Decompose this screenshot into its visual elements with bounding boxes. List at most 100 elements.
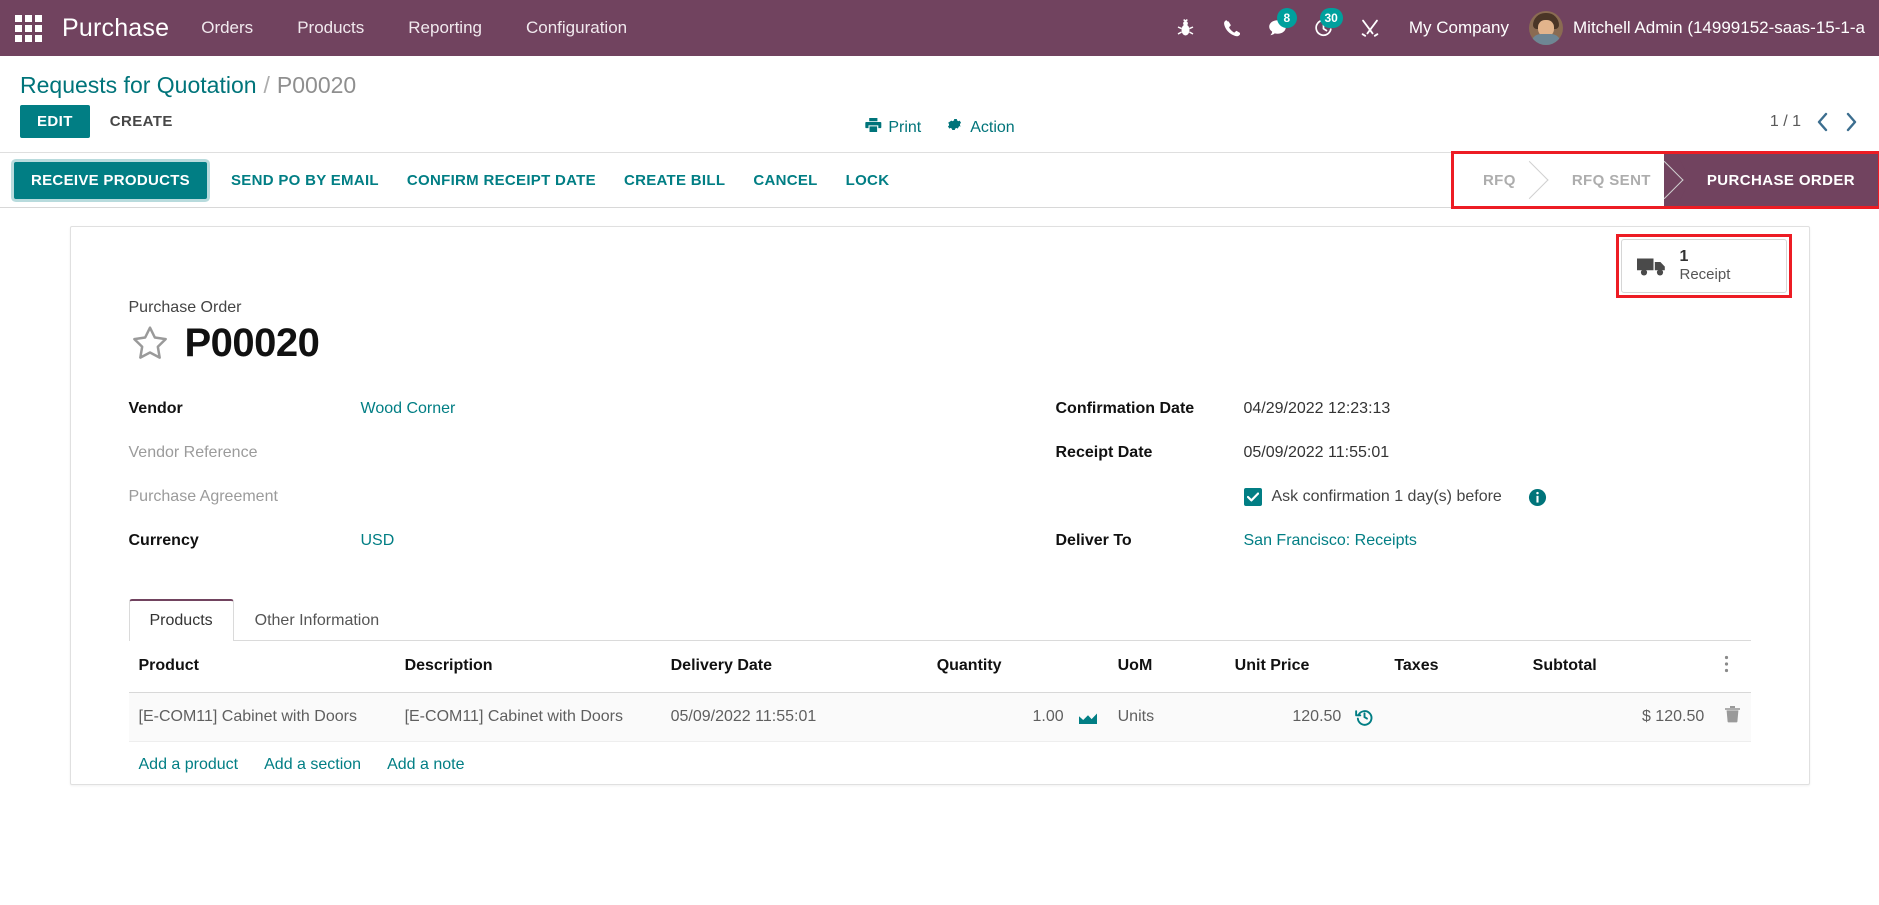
cell-quantity[interactable]: 1.00 [926,692,1108,742]
avatar [1529,11,1563,45]
record-type-label: Purchase Order [128,298,242,316]
activities-badge: 30 [1319,8,1343,28]
cell-quantity-value: 1.00 [1032,707,1064,725]
add-a-note-link[interactable]: Add a note [387,756,464,774]
field-receipt-date: Receipt Date 05/09/2022 11:55:01 [1056,440,1751,476]
column-options-icon[interactable] [1714,640,1751,693]
cell-description[interactable]: [E-COM11] Cabinet with Doors [394,692,661,742]
main-menu: Orders Products Reporting Configuration [179,0,649,56]
order-lines-table: Product Description Delivery Date Quanti… [128,640,1751,742]
trash-icon[interactable] [1714,692,1751,742]
bug-icon[interactable] [1163,0,1209,56]
control-panel-actions: EDIT CREATE Print Action 1 / 1 [0,105,1879,152]
activities-clock-icon[interactable]: 30 [1301,0,1347,56]
col-delivery-date: Delivery Date [660,640,927,693]
form-background: 1 Receipt Purchase Order P00020 Vendor W… [0,208,1879,901]
breadcrumb-separator: / [263,72,270,98]
cancel-button[interactable]: CANCEL [739,163,831,198]
menu-item-orders[interactable]: Orders [179,0,275,56]
cp-center-actions: Print Action [864,117,1015,138]
add-line-links: Add a product Add a section Add a note [129,742,1751,784]
field-vendor-value[interactable]: Wood Corner [361,396,456,418]
tab-products[interactable]: Products [128,598,234,641]
field-currency-value[interactable]: USD [361,528,395,550]
cell-unit-price-value: 120.50 [1292,707,1342,725]
add-a-section-link[interactable]: Add a section [264,756,361,774]
cell-taxes[interactable] [1384,692,1523,742]
company-switcher[interactable]: My Company [1393,18,1525,38]
col-quantity: Quantity [926,640,1108,693]
field-deliver-to-label: Deliver To [1055,531,1132,549]
forecast-chart-icon[interactable] [1078,709,1098,725]
edit-button[interactable]: EDIT [20,105,90,138]
user-menu[interactable]: Mitchell Admin (14999152-saas-15-1-a [1525,11,1865,45]
status-pipeline-wrap: RFQ RFQ SENT PURCHASE ORDER [1450,151,1879,209]
cell-uom[interactable]: Units [1107,692,1225,742]
breadcrumb-current: P00020 [276,72,357,98]
create-button[interactable]: CREATE [96,106,187,137]
messages-icon[interactable]: 8 [1255,0,1301,56]
add-a-product-link[interactable]: Add a product [139,756,239,774]
field-confirmation-date-value: 04/29/2022 12:23:13 [1243,399,1391,417]
print-label: Print [888,118,922,136]
price-history-icon[interactable] [1355,707,1374,726]
messages-badge: 8 [1276,8,1297,28]
ask-confirmation-checkbox[interactable] [1243,488,1262,507]
stage-rfq-sent[interactable]: RFQ SENT [1541,153,1677,207]
page-title: P00020 [184,320,320,365]
field-ask-confirmation-spacer [1056,484,1244,488]
lock-button[interactable]: LOCK [832,163,904,198]
confirm-receipt-date-button[interactable]: CONFIRM RECEIPT DATE [393,163,610,198]
field-currency: Currency USD [129,528,940,564]
breadcrumb-root-link[interactable]: Requests for Quotation [20,72,257,99]
smart-button-box: 1 Receipt [71,227,1809,298]
tools-icon[interactable] [1347,0,1393,56]
notebook: Products Other Information Product Descr… [128,598,1751,784]
phone-icon[interactable] [1209,0,1255,56]
status-pipeline: RFQ RFQ SENT PURCHASE ORDER [1452,153,1879,207]
pager-next-icon[interactable] [1844,111,1859,133]
info-circle-icon[interactable] [1528,488,1547,507]
table-header-row: Product Description Delivery Date Quanti… [128,640,1751,693]
field-vendor-label: Vendor [128,399,183,417]
cell-product[interactable]: [E-COM11] Cabinet with Doors [128,692,395,742]
print-dropdown[interactable]: Print [864,117,921,138]
menu-item-configuration[interactable]: Configuration [504,0,649,56]
printer-icon [864,117,881,138]
cell-subtotal: $ 120.50 [1522,692,1715,742]
top-navbar: Purchase Orders Products Reporting Confi… [0,0,1879,56]
menu-item-products[interactable]: Products [275,0,386,56]
app-brand-purchase[interactable]: Purchase [56,14,179,43]
ask-confirmation-label: Ask confirmation 1 day(s) before [1271,488,1502,506]
record-title-row: P00020 [129,321,1751,366]
col-product: Product [128,640,395,693]
star-outline-icon[interactable] [129,323,171,363]
statusbar: RECEIVE PRODUCTS SEND PO BY EMAIL CONFIR… [0,151,1879,209]
receive-products-button[interactable]: RECEIVE PRODUCTS [14,161,207,199]
receipt-smart-button[interactable]: 1 Receipt [1620,239,1787,293]
stage-rfq[interactable]: RFQ [1452,153,1542,207]
table-row[interactable]: [E-COM11] Cabinet with Doors [E-COM11] C… [128,692,1751,742]
field-receipt-date-label: Receipt Date [1055,443,1153,461]
field-confirmation-date-label: Confirmation Date [1055,399,1195,417]
create-bill-button[interactable]: CREATE BILL [610,163,739,198]
apps-grid-icon[interactable] [0,0,56,56]
menu-item-reporting[interactable]: Reporting [386,0,504,56]
stage-purchase-order[interactable]: PURCHASE ORDER [1676,153,1879,207]
gear-icon [947,117,963,138]
notebook-tabs: Products Other Information [128,598,1751,641]
tab-other-information[interactable]: Other Information [234,600,401,641]
field-deliver-to-value[interactable]: San Francisco: Receipts [1244,528,1417,550]
col-description: Description [394,640,661,693]
form-body: Purchase Order P00020 Vendor Wood Corner [71,293,1809,784]
cell-delivery-date[interactable]: 05/09/2022 11:55:01 [660,692,927,742]
pager-previous-icon[interactable] [1815,111,1830,133]
send-po-by-email-button[interactable]: SEND PO BY EMAIL [217,163,393,198]
action-dropdown[interactable]: Action [947,117,1015,138]
receipt-label: Receipt [1679,266,1731,284]
pager-value: 1 / 1 [1769,112,1801,130]
form-fields-grid: Vendor Wood Corner Vendor Reference Purc… [129,396,1751,572]
cell-unit-price[interactable]: 120.50 [1224,692,1385,742]
statusbar-buttons: RECEIVE PRODUCTS SEND PO BY EMAIL CONFIR… [14,161,904,199]
field-vendor-reference-label: Vendor Reference [128,443,258,461]
